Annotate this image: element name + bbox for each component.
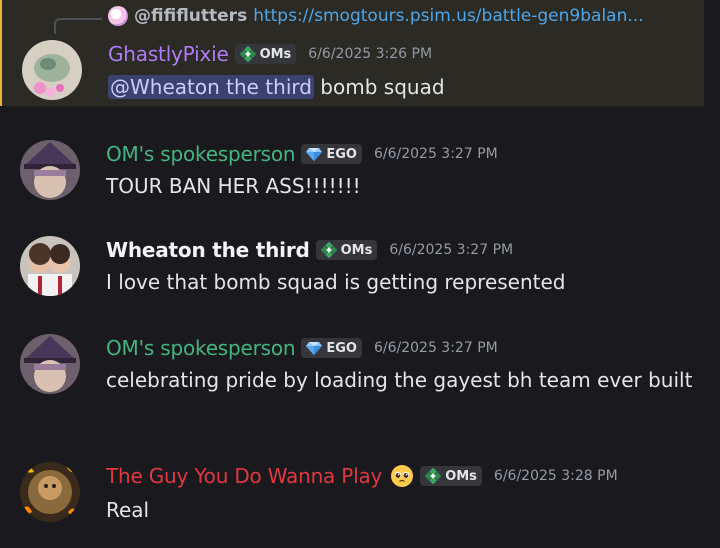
- reply-username[interactable]: @fififlutters: [134, 6, 247, 26]
- green-diamond-icon: [321, 242, 337, 258]
- chat-log: @fififlutters https://smogtours.psim.us/…: [0, 0, 720, 548]
- message-header: GhastlyPixie OMs 6/6/2025 3:26 PM: [108, 42, 432, 66]
- tag-label: OMs: [259, 46, 292, 62]
- tag-label: OMs: [445, 468, 477, 484]
- message-text: TOUR BAN HER ASS!!!!!!!: [106, 174, 361, 198]
- timestamp[interactable]: 6/6/2025 3:27 PM: [374, 340, 498, 356]
- server-tag[interactable]: OMs: [315, 240, 378, 260]
- message-content: @Wheaton the third bomb squad: [108, 72, 698, 102]
- avatar[interactable]: [20, 462, 80, 522]
- user-mention[interactable]: @Wheaton the third: [108, 75, 314, 99]
- message-text: bomb squad: [313, 75, 445, 99]
- reply-preview[interactable]: @fififlutters https://smogtours.psim.us/…: [108, 6, 644, 26]
- message-text: Real: [106, 498, 150, 522]
- green-diamond-icon: [425, 468, 441, 484]
- message-item[interactable]: OM's spokesperson EGO 6/6/2025 3:27 PM c…: [0, 314, 720, 440]
- avatar[interactable]: [20, 140, 80, 200]
- server-tag[interactable]: OMs: [420, 466, 482, 486]
- message-header: OM's spokesperson EGO 6/6/2025 3:27 PM: [106, 142, 498, 166]
- message-item[interactable]: The Guy You Do Wanna Play OMs 6/6/2025 3…: [0, 444, 720, 544]
- timestamp[interactable]: 6/6/2025 3:26 PM: [308, 46, 432, 62]
- tag-label: OMs: [340, 242, 373, 258]
- message-item[interactable]: OM's spokesperson EGO 6/6/2025 3:27 PM T…: [0, 120, 720, 210]
- gem-icon: [306, 146, 322, 162]
- server-tag[interactable]: EGO: [301, 338, 362, 358]
- reply-link[interactable]: https://smogtours.psim.us/battle-gen9bal…: [253, 6, 643, 26]
- tag-label: EGO: [326, 340, 357, 356]
- avatar[interactable]: [20, 236, 80, 296]
- server-tag[interactable]: EGO: [301, 144, 362, 164]
- username[interactable]: The Guy You Do Wanna Play: [106, 464, 382, 488]
- pleading-face-icon: [390, 464, 414, 488]
- username[interactable]: OM's spokesperson: [106, 336, 296, 360]
- username[interactable]: GhastlyPixie: [108, 42, 229, 66]
- server-tag[interactable]: OMs: [234, 44, 297, 64]
- tag-label: EGO: [326, 146, 357, 162]
- reply-avatar[interactable]: [108, 6, 128, 26]
- message-header: Wheaton the third OMs 6/6/2025 3:27 PM: [106, 238, 513, 262]
- message-header: OM's spokesperson EGO 6/6/2025 3:27 PM: [106, 336, 498, 360]
- green-diamond-icon: [240, 46, 256, 62]
- avatar[interactable]: [22, 40, 82, 100]
- message-item[interactable]: Wheaton the third OMs 6/6/2025 3:27 PM I…: [0, 216, 720, 306]
- username[interactable]: Wheaton the third: [106, 238, 310, 262]
- message-text: celebrating pride by loading the gayest …: [106, 368, 693, 392]
- reply-connector: [54, 18, 102, 34]
- timestamp[interactable]: 6/6/2025 3:27 PM: [389, 242, 513, 258]
- timestamp[interactable]: 6/6/2025 3:28 PM: [494, 468, 618, 484]
- gem-icon: [306, 340, 322, 356]
- message-item[interactable]: @fififlutters https://smogtours.psim.us/…: [0, 0, 704, 106]
- timestamp[interactable]: 6/6/2025 3:27 PM: [374, 146, 498, 162]
- message-header: The Guy You Do Wanna Play OMs 6/6/2025 3…: [106, 464, 618, 488]
- message-text: I love that bomb squad is getting repres…: [106, 270, 566, 294]
- avatar[interactable]: [20, 334, 80, 394]
- username[interactable]: OM's spokesperson: [106, 142, 296, 166]
